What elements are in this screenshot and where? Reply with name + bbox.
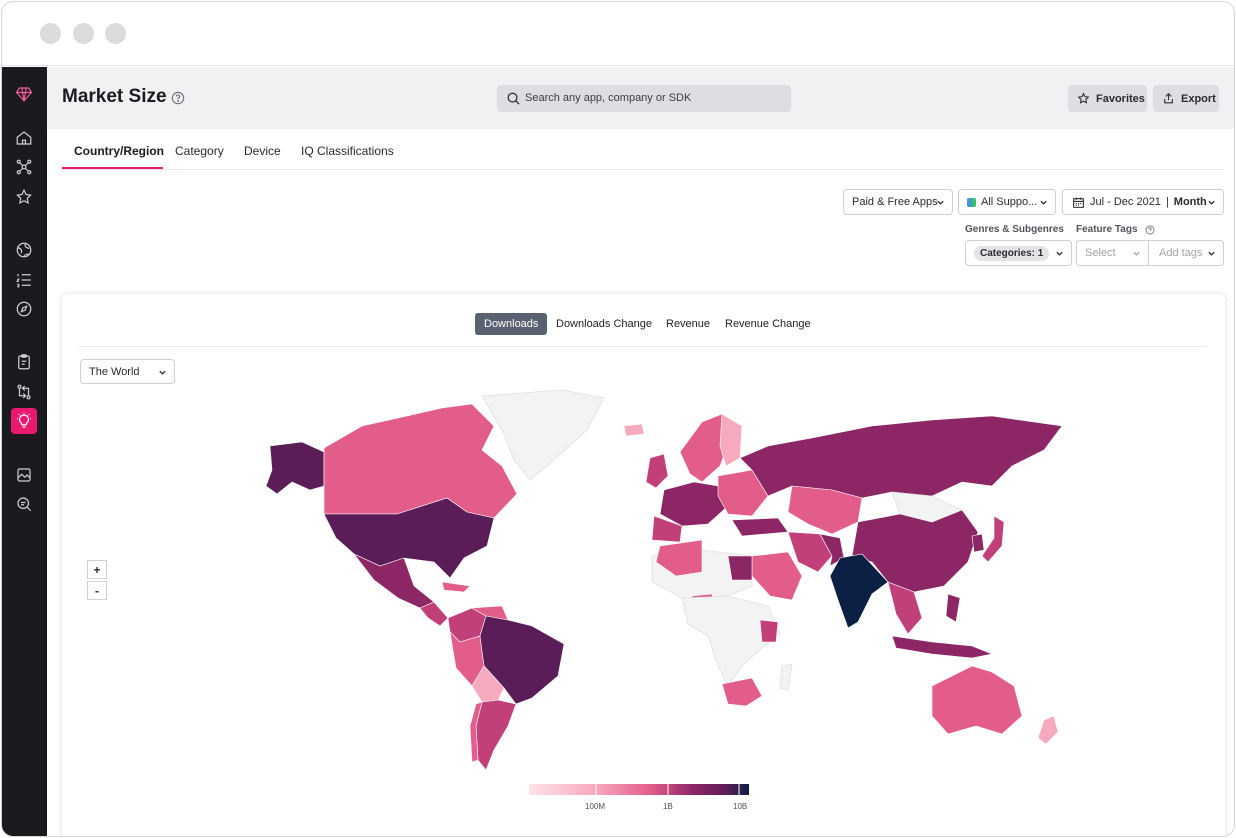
legend-tick-10b: 10B — [733, 802, 748, 811]
star-icon — [1077, 92, 1090, 104]
tab-device[interactable]: Device — [244, 144, 281, 158]
map-card: Downloads Downloads Change Revenue Reven… — [62, 294, 1225, 836]
map-region-japan — [981, 515, 1005, 563]
page-header: Market Size Search any app, company or S… — [47, 67, 1234, 129]
chevron-down-icon — [1133, 251, 1140, 256]
clipboard-icon[interactable] — [11, 349, 37, 375]
date-range-value: Jul - Dec 2021 — [1090, 196, 1161, 208]
feature-tags-select[interactable]: Select — [1076, 240, 1149, 266]
lightbulb-icon[interactable] — [11, 408, 37, 434]
map-region-kenya — [759, 619, 779, 643]
map-region-russia — [739, 415, 1062, 499]
map-region-madagascar — [779, 663, 793, 691]
map-region-uk — [645, 453, 669, 489]
favorites-button[interactable]: Favorites — [1068, 85, 1147, 112]
ranked-list-icon[interactable] — [11, 267, 37, 293]
favorites-label: Favorites — [1096, 92, 1145, 105]
chevron-down-icon — [1056, 251, 1063, 256]
sidebar — [2, 67, 47, 836]
categories-chip[interactable]: Categories: 1 — [974, 245, 1050, 261]
metric-tab-downloads-change[interactable]: Downloads Change — [556, 313, 652, 335]
tab-category[interactable]: Category — [175, 144, 224, 158]
chevron-down-icon — [1040, 200, 1047, 205]
app-type-value: Paid & Free Apps — [852, 196, 938, 208]
logo-icon[interactable] — [11, 81, 37, 107]
map-region-canada — [323, 403, 518, 519]
region-dropdown[interactable]: The World — [80, 359, 175, 384]
platform-value: All Suppo... — [981, 196, 1038, 208]
tab-iq-classifications[interactable]: IQ Classifications — [301, 144, 394, 158]
map-region-turkey — [731, 517, 789, 537]
page-title: Market Size — [62, 86, 167, 107]
feature-tags-help-icon[interactable] — [1145, 225, 1155, 235]
search-icon — [507, 92, 520, 105]
app-type-dropdown[interactable]: Paid & Free Apps — [843, 189, 953, 215]
map-region-korea — [971, 533, 985, 553]
image-icon[interactable] — [11, 462, 37, 488]
search-input[interactable]: Search any app, company or SDK — [497, 85, 791, 112]
legend-tick-1b: 1B — [663, 802, 673, 811]
app-window: Market Size Search any app, company or S… — [1, 1, 1235, 837]
date-range-dropdown[interactable]: Jul - Dec 2021 | Month — [1062, 189, 1224, 215]
export-label: Export — [1181, 92, 1216, 105]
tab-country-region[interactable]: Country/Region — [74, 144, 164, 158]
window-zoom-button[interactable] — [105, 23, 126, 44]
export-button[interactable]: Export — [1153, 85, 1219, 112]
calendar-icon — [1073, 197, 1084, 208]
color-scale-gradient — [529, 784, 749, 795]
metric-tab-revenue[interactable]: Revenue — [666, 313, 710, 335]
zoom-in-button[interactable]: + — [87, 560, 107, 579]
map-region-mexico — [353, 553, 435, 609]
star-icon[interactable] — [11, 184, 37, 210]
map-region-indonesia — [891, 635, 994, 659]
genres-label: Genres & Subgenres — [965, 224, 1064, 235]
genres-dropdown[interactable]: Categories: 1 — [965, 240, 1072, 266]
feature-tags-select-placeholder: Select — [1085, 247, 1116, 259]
active-tab-indicator — [62, 167, 163, 169]
chevron-down-icon — [1208, 200, 1215, 205]
map-region-caribbean — [441, 581, 471, 593]
feature-tags-label: Feature Tags — [1076, 224, 1138, 235]
date-separator: | — [1165, 196, 1169, 208]
map-region-saudi-arabia — [751, 551, 803, 601]
map-region-iceland — [623, 423, 645, 437]
platform-icon — [967, 197, 976, 207]
map-region-philippines — [945, 593, 961, 623]
metric-tab-revenue-change[interactable]: Revenue Change — [725, 313, 811, 335]
home-icon[interactable] — [11, 125, 37, 151]
add-tags-placeholder: Add tags — [1159, 247, 1203, 259]
help-icon[interactable] — [171, 91, 185, 105]
card-divider — [79, 346, 1207, 347]
add-tags-input[interactable]: Add tags — [1148, 240, 1224, 266]
map-region-argentina — [475, 699, 517, 771]
map-region-finland — [719, 413, 743, 467]
network-icon[interactable] — [11, 154, 37, 180]
platform-dropdown[interactable]: All Suppo... — [958, 189, 1056, 215]
chevron-down-icon — [159, 370, 166, 375]
search-placeholder: Search any app, company or SDK — [525, 92, 692, 104]
globe-icon[interactable] — [11, 237, 37, 263]
section-tabs: Country/Region Category Device IQ Classi… — [62, 131, 1224, 170]
window-close-button[interactable] — [40, 23, 61, 44]
legend-tick-100m: 100M — [585, 802, 606, 811]
world-choropleth-map[interactable] — [232, 386, 1062, 776]
granularity-value: Month — [1173, 196, 1207, 208]
chevron-down-icon — [1208, 251, 1215, 256]
export-icon — [1164, 92, 1173, 104]
search-insights-icon[interactable] — [11, 491, 37, 517]
color-scale-legend — [529, 784, 749, 795]
window-minimize-button[interactable] — [73, 23, 94, 44]
map-region-alaska — [265, 441, 325, 495]
zoom-out-button[interactable]: - — [87, 581, 107, 600]
map-region-egypt — [727, 555, 753, 581]
compare-arrows-icon[interactable] — [11, 379, 37, 405]
region-value: The World — [89, 365, 140, 378]
map-region-new-zealand — [1037, 715, 1059, 745]
chevron-down-icon — [937, 200, 944, 205]
compass-icon[interactable] — [11, 296, 37, 322]
metric-tab-downloads[interactable]: Downloads — [475, 313, 548, 335]
window-titlebar — [2, 2, 1234, 66]
map-region-australia — [931, 665, 1023, 735]
